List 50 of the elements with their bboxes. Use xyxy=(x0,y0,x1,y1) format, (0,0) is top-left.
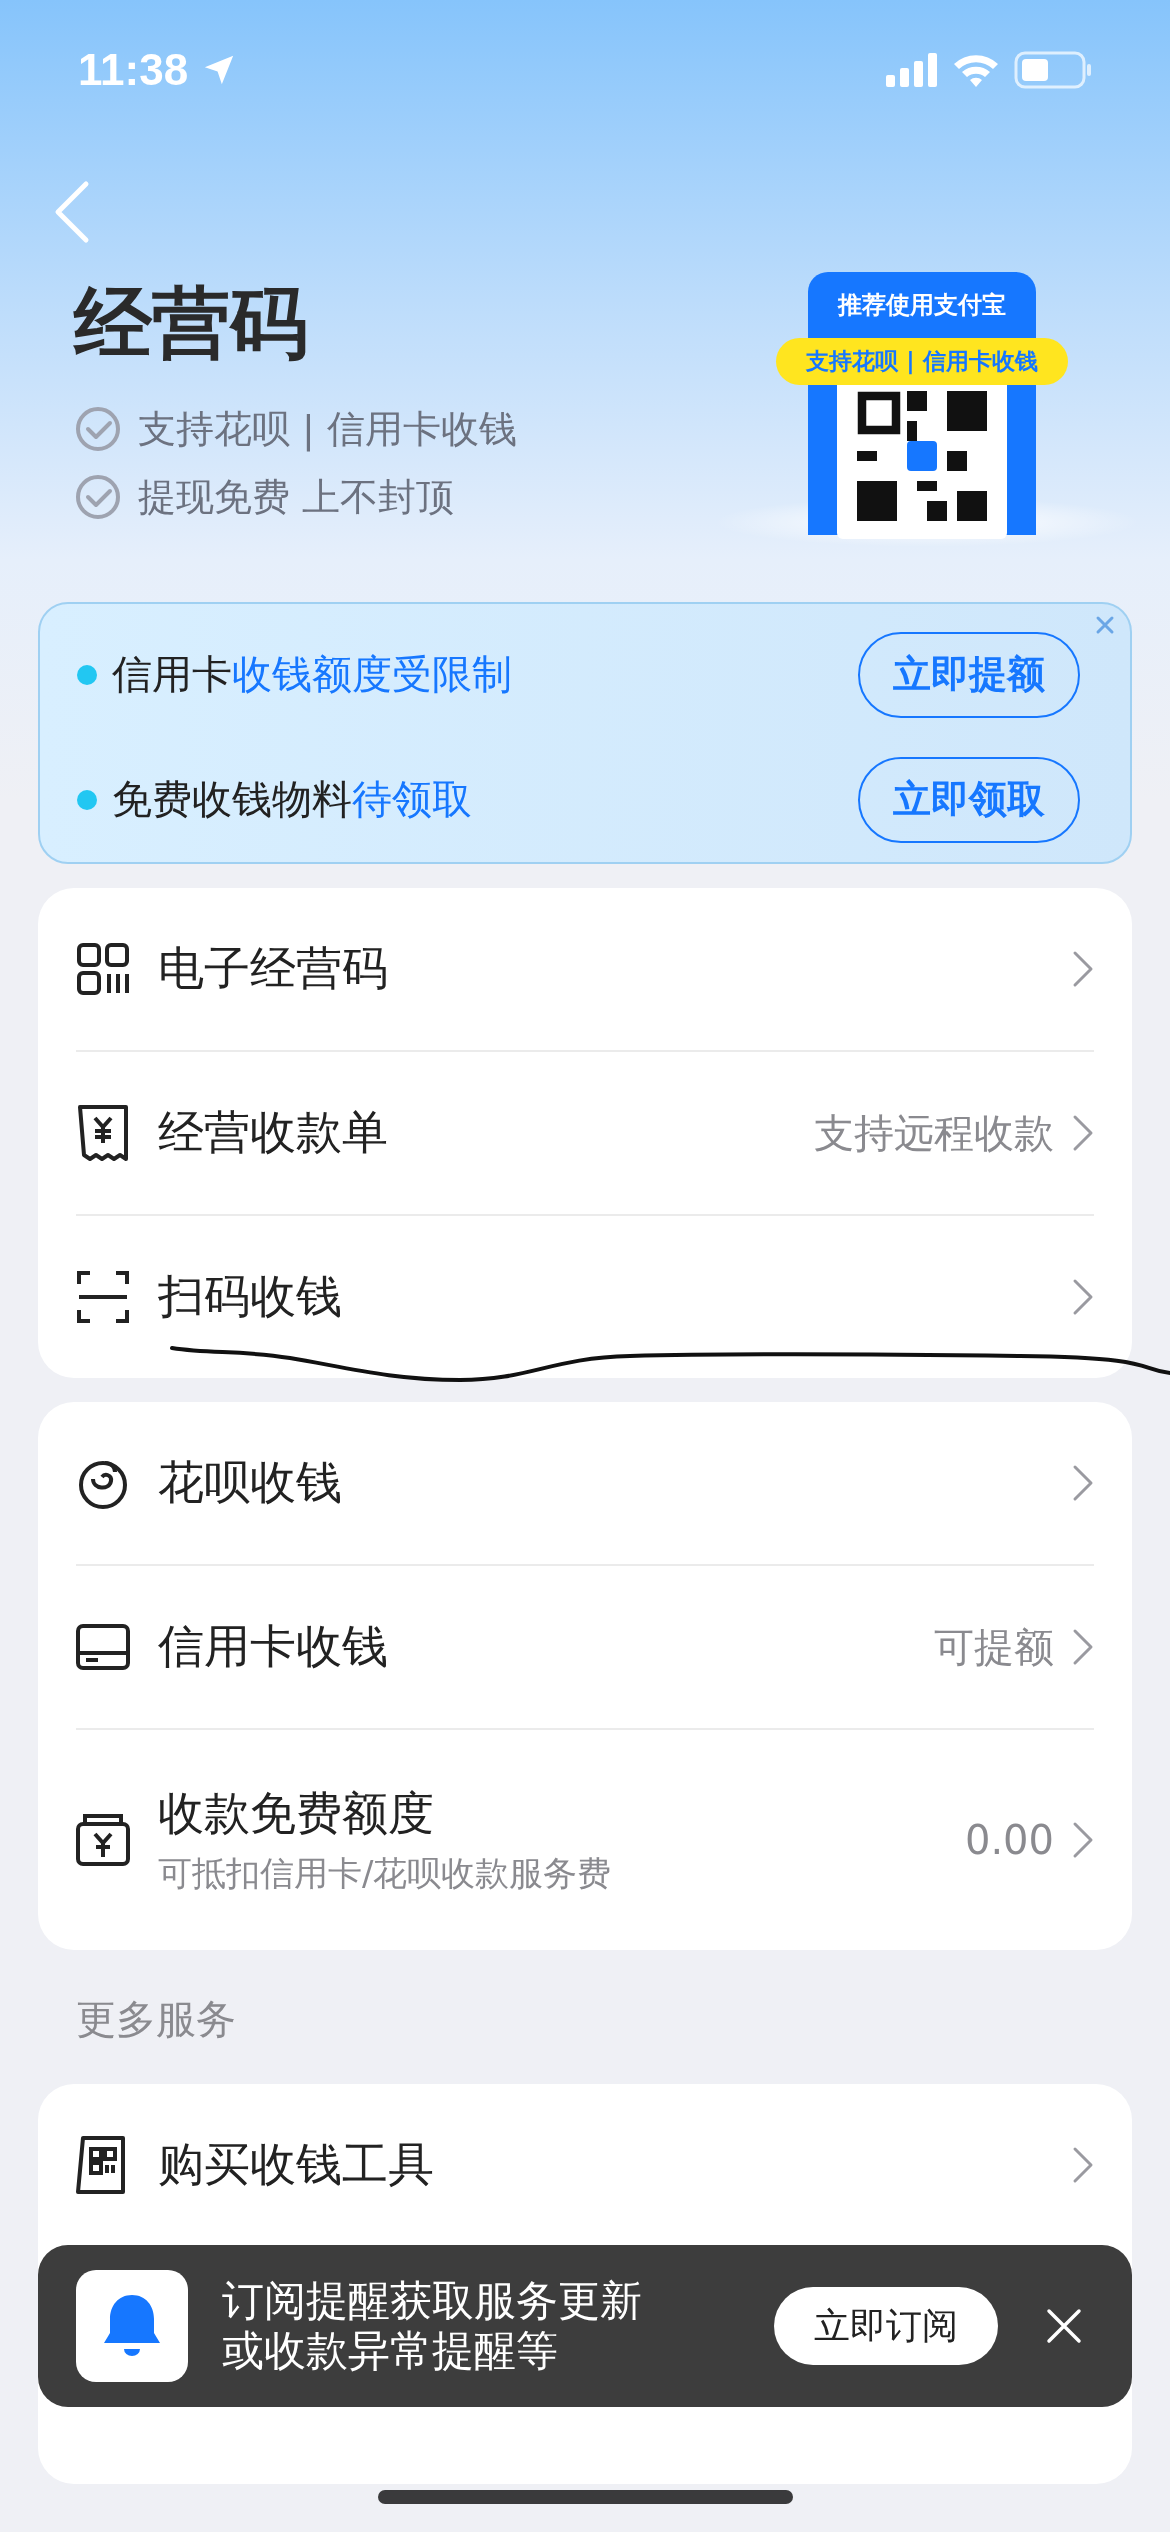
bullet-icon xyxy=(76,663,98,686)
section-title: 更多服务 xyxy=(76,1995,237,2044)
receipt-icon xyxy=(76,1103,130,1163)
check-circle-icon xyxy=(74,473,122,521)
row-label: 电子经营码 xyxy=(158,940,389,997)
menu-row[interactable]: 扫码收钱 xyxy=(76,1216,1094,1378)
row-detail: 0.00 xyxy=(964,1817,1054,1863)
row-label: 花呗收钱 xyxy=(158,1454,343,1511)
check-circle-icon xyxy=(74,405,122,453)
chevron-right-icon xyxy=(1072,1464,1094,1502)
row-detail: 可提额 xyxy=(934,1622,1054,1672)
close-icon[interactable] xyxy=(1046,2308,1082,2344)
scan-icon xyxy=(76,1270,130,1324)
feature-text: 支持花呗 | 信用卡收钱 xyxy=(138,405,517,454)
notice-text: 免费收钱物料待领取 xyxy=(112,775,473,824)
chevron-right-icon xyxy=(1072,1114,1094,1152)
bullet-icon xyxy=(76,788,98,811)
promo-heading: 推荐使用支付宝 xyxy=(838,290,1006,321)
qr-code-icon xyxy=(857,391,987,521)
battery-icon xyxy=(1014,51,1092,89)
chevron-right-icon xyxy=(1072,2146,1094,2184)
chevron-right-icon xyxy=(1072,1278,1094,1316)
chevron-right-icon xyxy=(1072,1628,1094,1666)
notice-text: 信用卡收钱额度受限制 xyxy=(112,650,513,699)
chevron-right-icon xyxy=(1072,950,1094,988)
menu-row[interactable]: 收款免费额度 可抵扣信用卡/花呗收款服务费 0.00 xyxy=(76,1730,1094,1950)
qr-grid-icon xyxy=(76,942,130,996)
signal-icon xyxy=(886,53,938,87)
menu-row[interactable]: 花呗收钱 xyxy=(76,1402,1094,1566)
menu-row[interactable]: 信用卡收钱 可提额 xyxy=(76,1566,1094,1730)
chevron-right-icon xyxy=(1072,1821,1094,1859)
feature-text: 提现免费 上不封顶 xyxy=(138,473,455,521)
card-icon xyxy=(75,1623,131,1671)
promo-card-top[interactable]: 推荐使用支付宝 xyxy=(808,272,1036,338)
wifi-icon xyxy=(952,52,1000,88)
row-label: 扫码收钱 xyxy=(158,1268,343,1325)
status-time: 11:38 xyxy=(78,45,189,95)
menu-row[interactable]: 电子经营码 xyxy=(76,888,1094,1052)
promo-ribbon: 支持花呗 | 信用卡收钱 xyxy=(776,338,1068,385)
subscribe-button[interactable]: 立即订阅 xyxy=(774,2287,998,2365)
wallet-icon xyxy=(75,1812,131,1868)
row-label: 信用卡收钱 xyxy=(158,1618,389,1675)
toast-message: 订阅提醒获取服务更新 或收款异常提醒等 xyxy=(222,2275,643,2377)
row-label: 收款免费额度 xyxy=(158,1785,435,1842)
row-sublabel: 可抵扣信用卡/花呗收款服务费 xyxy=(158,1852,613,1895)
page-title: 经营码 xyxy=(74,277,309,370)
row-detail: 支持远程收款 xyxy=(814,1108,1054,1158)
row-label: 经营收款单 xyxy=(158,1104,389,1161)
menu-row[interactable]: 经营收款单 支持远程收款 xyxy=(76,1052,1094,1216)
row-label: 购买收钱工具 xyxy=(158,2136,435,2193)
